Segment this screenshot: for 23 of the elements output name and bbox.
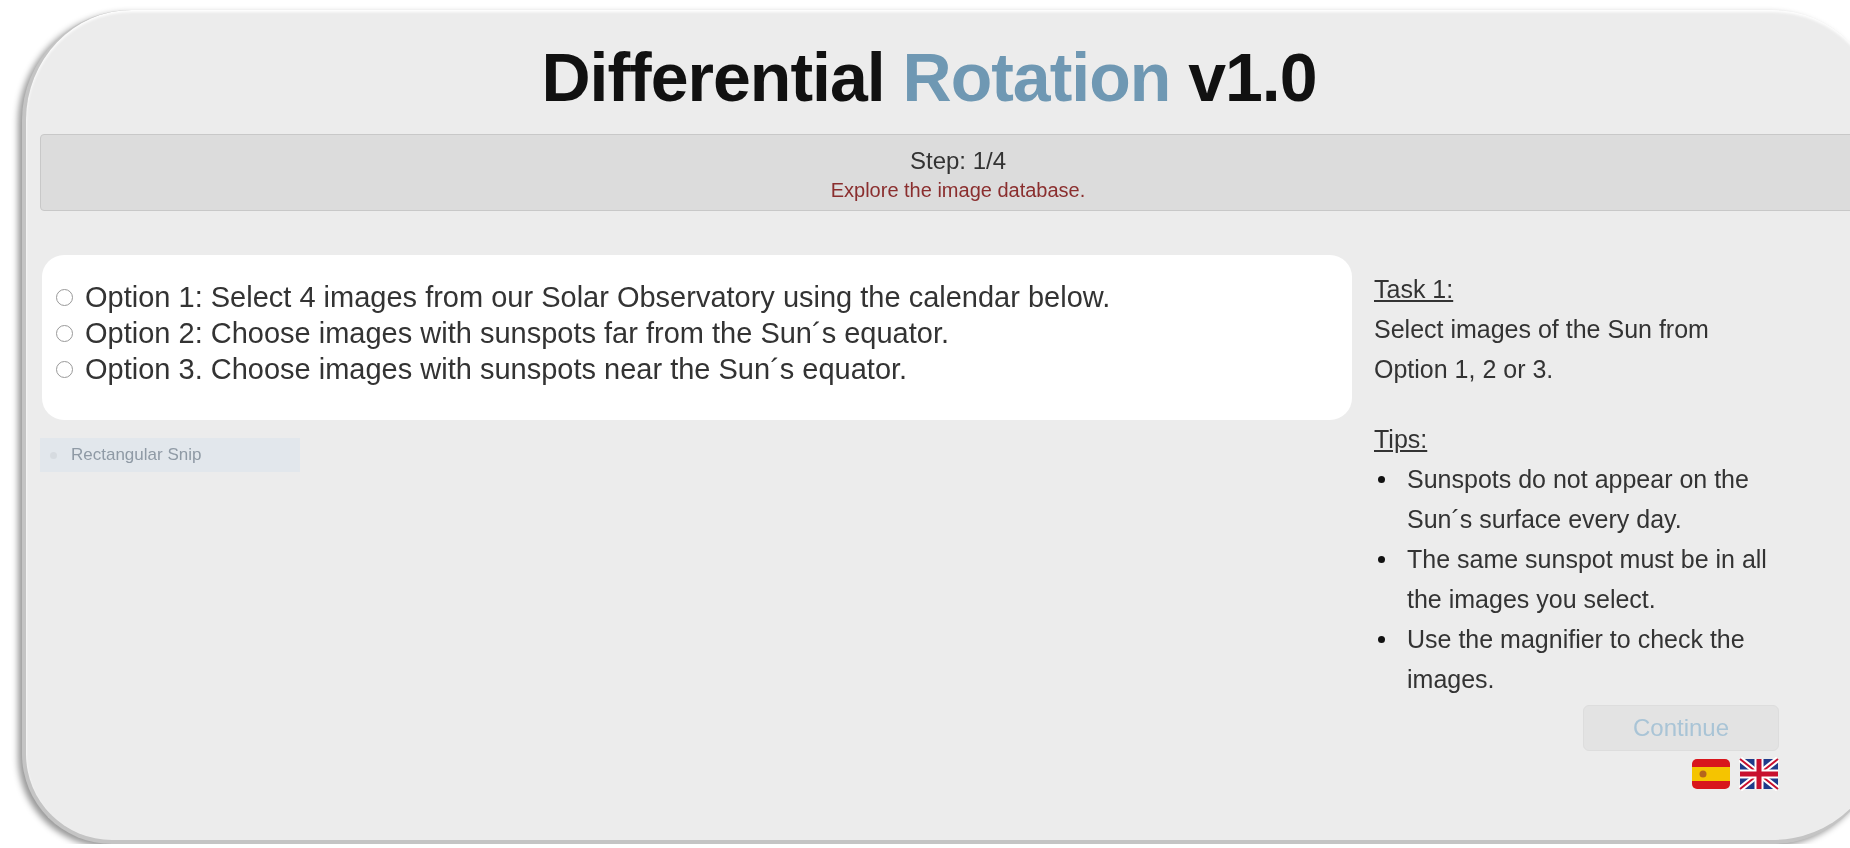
bullet-icon bbox=[1378, 636, 1385, 643]
version-text: v1.0 bbox=[1188, 39, 1317, 115]
tip-text: Use the magnifier to check the images. bbox=[1407, 624, 1746, 695]
step-label: Step: 1/4 bbox=[909, 147, 1007, 175]
uk-flag-icon[interactable] bbox=[1739, 757, 1779, 791]
bullet-icon bbox=[1378, 556, 1385, 563]
title-text: Differential bbox=[541, 39, 885, 115]
bullet-icon bbox=[1378, 476, 1385, 483]
option-label: Option 2: Choose images with sunspots far from the Sun´s equator. bbox=[85, 317, 949, 350]
tooltip-text: Rectangular Snip bbox=[71, 445, 202, 465]
tip-text: The same sunspot must be in all the images you select. bbox=[1407, 544, 1768, 615]
task-text: Select images of the Sun from Option 1, 2 or 3. bbox=[1374, 314, 1710, 385]
radio-button[interactable] bbox=[56, 325, 73, 342]
radio-button[interactable] bbox=[56, 361, 73, 378]
task-heading: Task 1: bbox=[1374, 274, 1455, 305]
radio-button[interactable] bbox=[56, 289, 73, 306]
option-label: Option 1: Select 4 images from our Solar Observatory using the calendar below. bbox=[85, 281, 1111, 314]
option-label: Option 3. Choose images with sunspots near the Sun´s equator. bbox=[85, 353, 908, 386]
title-text: Rotation bbox=[902, 39, 1171, 115]
tip-text: Sunspots do not appear on the Sun´s surface every day. bbox=[1407, 464, 1750, 535]
tips-heading: Tips: bbox=[1374, 424, 1429, 455]
spain-flag-icon[interactable] bbox=[1691, 757, 1731, 791]
step-instruction: Explore the image database. bbox=[830, 179, 1086, 202]
